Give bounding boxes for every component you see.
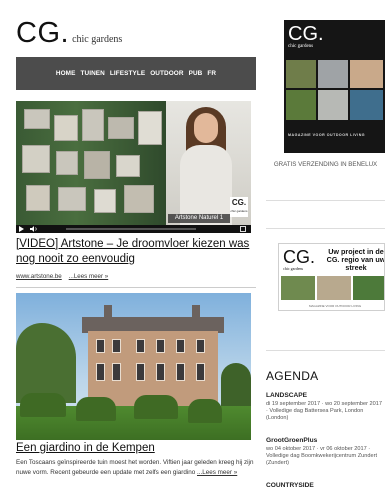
article-divider bbox=[16, 287, 256, 288]
ad-photo bbox=[281, 276, 315, 300]
magazine-photo bbox=[286, 60, 316, 88]
magazine-cover[interactable]: CG. chic gardens MAGAZINE VOOR OUTDOOR L… bbox=[284, 20, 385, 153]
article-link-row: www.artstone.be ...Lees meer » bbox=[16, 273, 108, 280]
video-progress-bar[interactable] bbox=[66, 228, 196, 230]
tile-sample bbox=[56, 151, 78, 175]
play-icon[interactable] bbox=[19, 226, 24, 232]
site-logo[interactable]: CG. chic gardens bbox=[16, 18, 122, 48]
video-logo-main: CG. bbox=[231, 198, 247, 207]
event-title-countryside[interactable]: COUNTRYSIDE bbox=[266, 482, 314, 489]
nav-item-pub[interactable]: PUB bbox=[189, 70, 203, 77]
ad-photo bbox=[353, 276, 384, 300]
event-info: di 19 september 2017 · wo 20 september 2… bbox=[266, 401, 382, 421]
ad-tagline: MAGAZINE VOOR OUTDOOR LIVING bbox=[309, 304, 362, 308]
sidebar-divider bbox=[266, 350, 385, 351]
house-hedge bbox=[20, 393, 66, 417]
ad-headline-text: Uw project in de CG. regio van uw streek bbox=[326, 247, 385, 272]
house-window bbox=[176, 363, 185, 381]
article-title-artstone[interactable]: [VIDEO] Artstone – Je droomvloer kiezen … bbox=[16, 237, 256, 267]
house-hedge bbox=[76, 397, 116, 421]
magazine-photo bbox=[350, 90, 383, 120]
video-caption: Artstone Naturel 1 bbox=[168, 214, 230, 223]
agenda-heading: AGENDA bbox=[266, 369, 319, 383]
magazine-tagline: MAGAZINE VOOR OUTDOOR LIVING bbox=[288, 133, 366, 137]
house-window bbox=[96, 363, 105, 381]
article-source-link[interactable]: www.artstone.be bbox=[16, 273, 62, 280]
nav-item-fr[interactable]: FR bbox=[207, 70, 216, 77]
house-window bbox=[196, 339, 205, 353]
house-window bbox=[96, 339, 105, 353]
house-window bbox=[156, 339, 165, 353]
magazine-logo-main: CG. bbox=[288, 23, 324, 45]
video-player[interactable]: Artstone Naturel 1 CG. chic gardens bbox=[16, 101, 251, 233]
event-title-landscape[interactable]: LANDSCAPE bbox=[266, 392, 307, 399]
logo-sub-text: chic gardens bbox=[72, 34, 123, 45]
tile-sample bbox=[22, 145, 50, 173]
ad-photo bbox=[317, 276, 351, 300]
house-hedge bbox=[134, 395, 178, 419]
house-window bbox=[136, 339, 145, 353]
ad-logo: CG. chic gardens bbox=[283, 248, 315, 271]
nav-item-lifestyle[interactable]: LIFESTYLE bbox=[110, 70, 145, 77]
tile-sample bbox=[138, 111, 162, 145]
event-info: wo 04 oktober 2017 · vr 06 oktober 2017 … bbox=[266, 446, 378, 466]
volume-icon[interactable] bbox=[30, 226, 38, 232]
magazine-photo bbox=[318, 60, 348, 88]
fullscreen-icon[interactable] bbox=[240, 226, 246, 232]
tile-sample bbox=[24, 109, 50, 129]
video-watermark-logo: CG. chic gardens bbox=[230, 197, 248, 217]
tile-sample bbox=[108, 117, 134, 139]
video-logo-sub: chic gardens bbox=[230, 209, 248, 213]
read-more-link[interactable]: ...Lees meer » bbox=[69, 273, 109, 280]
event-title-grootgroenplus[interactable]: GrootGroenPlus bbox=[266, 437, 317, 444]
shipping-notice[interactable]: GRATIS VERZENDING IN BENELUX bbox=[266, 161, 385, 169]
magazine-photo bbox=[286, 90, 316, 120]
article-title-giardino[interactable]: Een giardino in de Kempen bbox=[16, 441, 256, 456]
house-window bbox=[196, 363, 205, 381]
magazine-photo bbox=[350, 60, 383, 88]
tile-sample bbox=[116, 155, 140, 177]
article-image-house[interactable] bbox=[16, 293, 251, 440]
article-excerpt: Een Toscaans geïnspireerde tuin moest he… bbox=[16, 458, 256, 478]
ad-headline: Uw project in de CG. regio van uw streek bbox=[325, 247, 385, 272]
presenter-body bbox=[180, 145, 232, 225]
magazine-logo: CG. chic gardens bbox=[288, 24, 324, 50]
nav-item-tuinen[interactable]: TUINEN bbox=[80, 70, 104, 77]
tile-sample bbox=[124, 185, 154, 213]
main-nav: HOME TUINEN LIFESTYLE OUTDOOR PUB FR bbox=[16, 57, 256, 90]
house-window bbox=[112, 363, 121, 381]
house-window bbox=[136, 363, 145, 381]
nav-item-outdoor[interactable]: OUTDOOR bbox=[150, 70, 183, 77]
read-more-link[interactable]: ...Lees meer » bbox=[197, 469, 237, 476]
tile-sample bbox=[94, 189, 116, 213]
house-hedge bbox=[188, 399, 222, 423]
tile-sample bbox=[26, 185, 50, 211]
house-window bbox=[156, 363, 165, 381]
presenter-face bbox=[194, 113, 218, 143]
nav-item-home[interactable]: HOME bbox=[56, 70, 76, 77]
tile-sample bbox=[58, 187, 86, 211]
house-window bbox=[176, 339, 185, 353]
house-window bbox=[112, 339, 121, 353]
tile-sample bbox=[54, 115, 78, 141]
regional-ad-banner[interactable]: CG. chic gardens Uw project in de CG. re… bbox=[278, 243, 385, 311]
magazine-photo bbox=[318, 90, 348, 120]
ad-logo-main: CG. bbox=[283, 247, 316, 267]
sidebar-divider bbox=[266, 200, 385, 201]
video-controls bbox=[16, 225, 251, 233]
house-chimney bbox=[104, 305, 112, 319]
logo-main-text: CG. bbox=[16, 17, 70, 49]
house-chimney bbox=[192, 305, 200, 319]
house-trees bbox=[16, 323, 76, 403]
tile-sample bbox=[84, 151, 110, 179]
tile-sample bbox=[82, 109, 104, 141]
sidebar-divider bbox=[266, 228, 385, 229]
